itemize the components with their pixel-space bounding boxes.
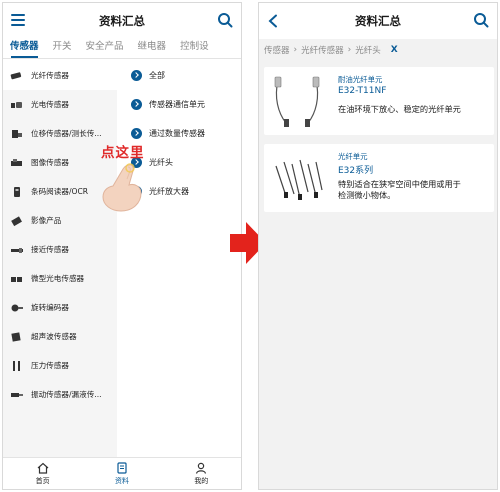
header-bar: 资料汇总 <box>259 3 497 39</box>
pointing-hand-icon <box>102 163 142 212</box>
sidebar-item-label: 旋转编码器 <box>31 303 69 312</box>
chevron-right-icon: › <box>293 45 298 55</box>
user-icon <box>196 462 207 474</box>
document-icon <box>117 461 127 474</box>
product-category: 光纤单元 <box>338 152 368 161</box>
sidebar-item-photoelectric-sensor[interactable]: 光电传感器 <box>3 90 117 119</box>
sidebar-item-proximity-sensor[interactable]: 接近传感器 <box>3 235 117 264</box>
sidebar-item-label: 超声波传感器 <box>31 332 77 341</box>
sidebar-item-label: 光电传感器 <box>31 100 69 109</box>
arrow-circle-icon <box>131 70 142 81</box>
bottom-navigation: 首页 资料 我的 <box>3 457 241 489</box>
sidebar-item-displacement-sensor[interactable]: 位移传感器/测长传... <box>3 119 117 148</box>
page-title: 资料汇总 <box>355 14 401 28</box>
subcategory-label: 全部 <box>149 71 165 80</box>
rotary-encoder-icon <box>11 304 23 311</box>
product-description: 在油环境下放心、稳定的光纤单元 <box>338 104 461 114</box>
header-bar: 资料汇总 <box>3 3 241 39</box>
barcode-reader-icon <box>14 186 20 197</box>
sidebar-item-pressure-sensor[interactable]: 压力传感器 <box>3 351 117 380</box>
subcategory-label: 光纤头 <box>149 158 173 167</box>
product-image <box>275 159 323 200</box>
camera-product-icon <box>11 215 22 226</box>
sidebar-item-label: 压力传感器 <box>31 361 69 370</box>
arrow-circle-icon <box>131 128 142 139</box>
subcategory-list: 全部 传感器通信单元 通过数量传感器 光纤头 光纤放大器 <box>117 61 241 459</box>
search-icon[interactable] <box>473 12 489 28</box>
product-card[interactable]: 光纤单元 E32系列 特别适合在狭窄空间中使用或用于 检测微小物体。 <box>264 144 494 212</box>
product-model: E32-T11NF <box>338 86 387 96</box>
left-phone-screen: 资料汇总 传感器 开关 安全产品 继电器 控制设 光纤传感器 光电传感器 位移传… <box>2 2 242 490</box>
photoelectric-sensor-icon <box>11 101 22 108</box>
category-tabs: 传感器 开关 安全产品 继电器 控制设 <box>3 39 241 59</box>
sidebar-item-label: 接近传感器 <box>31 245 69 254</box>
arrow-circle-icon <box>131 99 142 110</box>
sidebar-item-fiber-sensor[interactable]: 光纤传感器 <box>3 61 117 90</box>
right-phone-screen: 资料汇总 传感器 › 光纤传感器 › 光纤头 X 耐油光纤单元 E32-T11N… <box>258 2 498 490</box>
micro-sensor-icon <box>11 276 22 282</box>
tap-here-annotation: 点这里 <box>101 145 145 161</box>
tab-sensor[interactable]: 传感器 <box>3 39 46 59</box>
nav-documents[interactable]: 资料 <box>82 458 161 489</box>
home-icon <box>37 462 49 474</box>
product-model: E32系列 <box>338 166 374 176</box>
breadcrumb-fiber-head[interactable]: 光纤头 <box>355 44 381 56</box>
back-arrow-icon[interactable] <box>267 14 279 28</box>
subcategory-label: 通过数量传感器 <box>149 129 205 138</box>
subcategory-label: 传感器通信单元 <box>149 100 205 109</box>
nav-label: 资料 <box>114 476 129 485</box>
sidebar-item-label: 光纤传感器 <box>31 71 69 80</box>
proximity-sensor-icon <box>11 247 23 253</box>
displacement-sensor-icon <box>12 129 22 138</box>
sidebar-item-micro-sensor[interactable]: 微型光电传感器 <box>3 264 117 293</box>
subcategory-item-comm-unit[interactable]: 传感器通信单元 <box>117 90 241 119</box>
sidebar-item-label: 影像产品 <box>31 216 62 225</box>
chevron-right-icon: › <box>347 45 352 55</box>
tab-control[interactable]: 控制设 <box>173 39 216 59</box>
sidebar-item-label: 振动传感器/漏液传... <box>31 390 102 399</box>
sidebar: 光纤传感器 光电传感器 位移传感器/测长传... 图像传感器 条码阅读器/OCR… <box>3 61 117 459</box>
sidebar-item-label: 微型光电传感器 <box>31 274 85 283</box>
tab-switch[interactable]: 开关 <box>46 39 79 59</box>
breadcrumb: 传感器 › 光纤传感器 › 光纤头 X <box>259 39 497 61</box>
subcategory-label: 光纤放大器 <box>149 187 189 196</box>
fiber-sensor-icon <box>10 71 22 79</box>
tab-safety[interactable]: 安全产品 <box>79 39 131 59</box>
sidebar-item-ultrasonic-sensor[interactable]: 超声波传感器 <box>3 322 117 351</box>
product-description-line: 检测微小物体。 <box>338 190 396 200</box>
product-image <box>274 76 320 127</box>
clear-filter-button[interactable]: X <box>391 45 398 55</box>
sidebar-item-rotary-encoder[interactable]: 旋转编码器 <box>3 293 117 322</box>
sidebar-item-vibration-sensor[interactable]: 振动传感器/漏液传... <box>3 380 117 409</box>
ultrasonic-sensor-icon <box>11 331 21 342</box>
sidebar-item-label: 位移传感器/测长传... <box>31 129 102 138</box>
subcategory-item-all[interactable]: 全部 <box>117 61 241 90</box>
breadcrumb-sensor[interactable]: 传感器 <box>264 44 290 56</box>
sidebar-item-label: 图像传感器 <box>31 158 69 167</box>
pressure-sensor-icon <box>13 360 20 371</box>
tab-relay[interactable]: 继电器 <box>131 39 174 59</box>
nav-profile[interactable]: 我的 <box>162 458 241 489</box>
nav-label: 我的 <box>194 476 209 485</box>
search-icon[interactable] <box>217 12 233 28</box>
product-description-line: 特别适合在狭窄空间中使用或用于 <box>338 179 461 189</box>
sidebar-item-label: 条码阅读器/OCR <box>31 187 89 196</box>
nav-home[interactable]: 首页 <box>3 458 82 489</box>
product-category: 耐油光纤单元 <box>338 75 383 84</box>
breadcrumb-fiber-sensor[interactable]: 光纤传感器 <box>301 44 344 56</box>
tutorial-composite: 资料汇总 传感器 开关 安全产品 继电器 控制设 光纤传感器 光电传感器 位移传… <box>0 0 500 492</box>
image-sensor-icon <box>11 158 22 166</box>
product-card[interactable]: 耐油光纤单元 E32-T11NF 在油环境下放心、稳定的光纤单元 <box>264 67 494 135</box>
product-description: 特别适合在狭窄空间中使用或用于 检测微小物体。 <box>338 179 461 201</box>
vibration-sensor-icon <box>11 392 23 397</box>
menu-icon[interactable] <box>11 14 25 26</box>
nav-label: 首页 <box>35 476 50 485</box>
page-title: 资料汇总 <box>99 14 145 28</box>
